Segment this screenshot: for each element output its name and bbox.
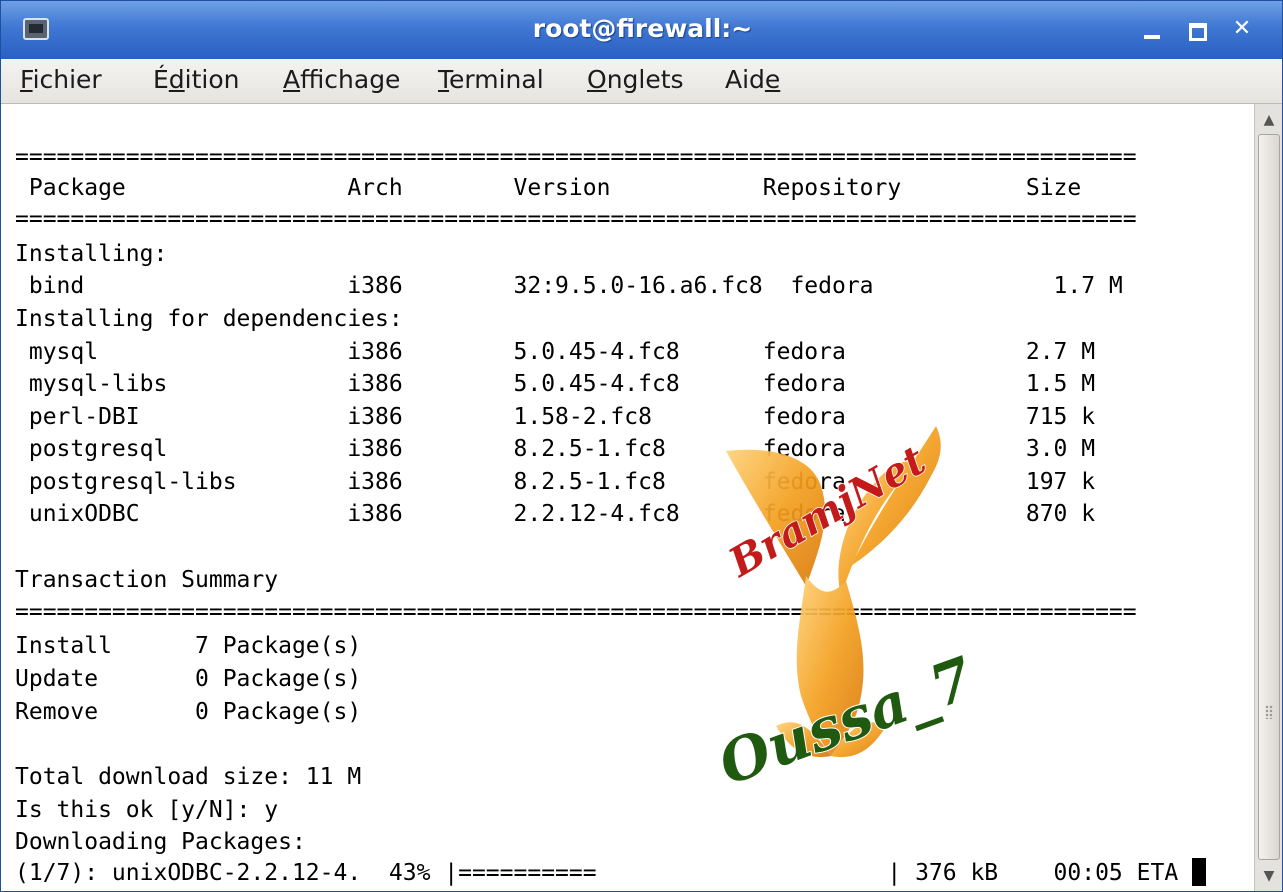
menu-aide-accel: e	[764, 65, 781, 94]
menu-affichage-rest: ffichage	[300, 65, 401, 94]
menu-edition-pre: É	[153, 65, 169, 94]
menu-fichier-rest: ichier	[32, 65, 102, 94]
text-cursor	[1192, 858, 1207, 886]
minimize-button[interactable]	[1134, 11, 1170, 47]
menu-fichier[interactable]: Fichier	[20, 65, 102, 94]
progress-line: (1/7): unixODBC-2.2.12-4. 43% |=========…	[15, 857, 1207, 890]
menu-edition[interactable]: Édition	[153, 65, 240, 94]
section-heading: Transaction Summary	[15, 567, 279, 593]
menu-edition-rest: ition	[184, 65, 240, 94]
terminal-separator: ========================================…	[15, 599, 1137, 625]
scrollbar-thumb[interactable]	[1258, 134, 1280, 860]
status-line: Downloading Packages:	[15, 829, 306, 855]
menu-onglets-rest: nglets	[606, 65, 684, 94]
close-button[interactable]: ✕	[1224, 11, 1260, 47]
window-title: root@firewall:~	[532, 14, 753, 43]
terminal-output[interactable]: ========================================…	[1, 104, 1254, 891]
menu-onglets[interactable]: Onglets	[587, 65, 684, 94]
terminal-separator: ========================================…	[15, 144, 1137, 170]
menu-bar: Fichier Édition Affichage Terminal Ongle…	[1, 59, 1282, 104]
progress-text: (1/7): unixODBC-2.2.12-4. 43% |=========…	[15, 860, 1193, 886]
summary-row: Update 0 Package(s)	[15, 666, 362, 692]
vertical-scrollbar[interactable]: ▲ ▼	[1254, 104, 1282, 891]
menu-terminal[interactable]: Terminal	[438, 65, 544, 94]
package-row: unixODBC i386 2.2.12-4.fc8 fedora 870 k	[15, 501, 1096, 527]
package-row: postgresql-libs i386 8.2.5-1.fc8 fedora …	[15, 469, 1096, 495]
terminal-window: root@firewall:~ ✕ Fichier Édition Affich…	[0, 0, 1283, 892]
menu-aide[interactable]: Aide	[725, 65, 780, 94]
package-row: mysql-libs i386 5.0.45-4.fc8 fedora 1.5 …	[15, 371, 1096, 397]
terminal-separator: ========================================…	[15, 206, 1137, 232]
table-header: Package Arch Version Repository Size	[15, 175, 1082, 201]
grip-icon	[1265, 705, 1273, 719]
menu-affichage[interactable]: Affichage	[283, 65, 400, 94]
prompt-line: Is this ok [y/N]: y	[15, 797, 279, 823]
scroll-up-arrow-icon[interactable]: ▲	[1257, 108, 1281, 132]
menu-fichier-accel: F	[20, 65, 33, 94]
menu-affichage-accel: A	[283, 65, 301, 94]
maximize-button[interactable]	[1179, 11, 1215, 47]
menu-terminal-accel: T	[438, 65, 450, 94]
download-size-line: Total download size: 11 M	[15, 764, 362, 790]
section-heading: Installing:	[15, 241, 168, 267]
package-row: mysql i386 5.0.45-4.fc8 fedora 2.7 M	[15, 339, 1096, 365]
scroll-down-arrow-icon[interactable]: ▼	[1257, 864, 1281, 888]
title-bar[interactable]: root@firewall:~ ✕	[1, 1, 1282, 60]
summary-row: Install 7 Package(s)	[15, 633, 362, 659]
package-row: bind i386 32:9.5.0-16.a6.fc8 fedora 1.7 …	[15, 273, 1123, 299]
package-row: postgresql i386 8.2.5-1.fc8 fedora 3.0 M	[15, 436, 1096, 462]
menu-edition-accel: d	[168, 65, 185, 94]
menu-onglets-accel: O	[587, 65, 607, 94]
menu-aide-pre: Aid	[725, 65, 765, 94]
package-row: perl-DBI i386 1.58-2.fc8 fedora 715 k	[15, 404, 1096, 430]
menu-terminal-rest: erminal	[449, 65, 544, 94]
summary-row: Remove 0 Package(s)	[15, 699, 362, 725]
section-heading: Installing for dependencies:	[15, 306, 403, 332]
